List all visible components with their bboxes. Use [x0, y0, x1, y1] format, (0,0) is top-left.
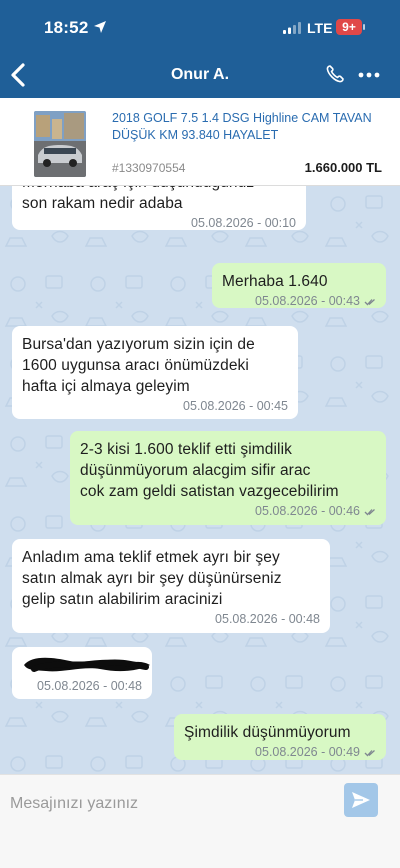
network-type: LTE	[307, 20, 333, 36]
send-button[interactable]	[344, 783, 378, 817]
message-incoming[interactable]: Bursa'dan yazıyorum sizin için de 1600 u…	[12, 326, 298, 419]
nav-bar: Onur A.	[0, 54, 400, 98]
listing-thumbnail[interactable]	[34, 111, 86, 177]
send-icon	[352, 792, 370, 808]
message-text: 2-3 kisi 1.600 teklif etti şimdilik düşü…	[80, 441, 339, 500]
phone-icon[interactable]	[325, 64, 345, 84]
message-time: 05.08.2026 - 00:43	[255, 294, 360, 308]
battery-icon: 9+	[336, 19, 366, 35]
message-time: 05.08.2026 - 00:46	[255, 504, 360, 518]
location-arrow-icon	[94, 21, 106, 33]
listing-card[interactable]: 2018 GOLF 7.5 1.4 DSG Highline CAM TAVAN…	[0, 98, 400, 186]
delivered-check-icon	[364, 298, 375, 306]
more-icon[interactable]	[358, 72, 380, 78]
message-outgoing[interactable]: Şimdilik düşünmüyorum 05.08.2026 - 00:49	[174, 714, 386, 760]
message-text: Merhaba araç için düşündüğünüz son rakam…	[22, 186, 254, 212]
message-text: Bursa'dan yazıyorum sizin için de 1600 u…	[22, 336, 255, 395]
status-time: 18:52	[44, 18, 89, 37]
message-incoming[interactable]: Merhaba araç için düşündüğünüz son rakam…	[12, 186, 306, 230]
message-outgoing[interactable]: Merhaba 1.640 05.08.2026 - 00:43	[212, 263, 386, 308]
message-text: Şimdilik düşünmüyorum	[184, 724, 351, 741]
composer-bar	[0, 774, 400, 868]
message-text: Anladım ama teklif etmek ayrı bir şey sa…	[22, 549, 282, 608]
message-meta: 05.08.2026 - 00:43	[222, 294, 376, 308]
signal-icon	[283, 22, 301, 34]
message-time: 05.08.2026 - 00:48	[215, 612, 320, 626]
message-time: 05.08.2026 - 00:45	[183, 399, 288, 413]
message-input[interactable]	[0, 781, 330, 827]
listing-price: 1.660.000 TL	[304, 160, 382, 175]
status-bar: 18:52 LTE 9+	[0, 0, 400, 54]
car-photo-icon	[34, 111, 86, 177]
app-header: 18:52 LTE 9+ Onur A.	[0, 0, 400, 98]
message-list[interactable]: Merhaba araç için düşündüğünüz son rakam…	[0, 186, 400, 774]
delivered-check-icon	[364, 508, 375, 516]
message-outgoing[interactable]: 2-3 kisi 1.600 teklif etti şimdilik düşü…	[70, 431, 386, 525]
message-meta: 05.08.2026 - 00:46	[80, 504, 376, 518]
message-incoming[interactable]: Anladım ama teklif etmek ayrı bir şey sa…	[12, 539, 330, 633]
message-time: 05.08.2026 - 00:10	[191, 216, 296, 230]
message-meta: 05.08.2026 - 00:49	[184, 745, 376, 759]
listing-id: #1330970554	[112, 161, 186, 175]
message-text: Merhaba 1.640	[222, 273, 328, 290]
battery-level: 9+	[342, 20, 356, 34]
listing-title[interactable]: 2018 GOLF 7.5 1.4 DSG Highline CAM TAVAN…	[112, 110, 392, 144]
message-incoming-redacted[interactable]: 05.08.2026 - 00:48	[12, 647, 152, 699]
message-time: 05.08.2026 - 00:48	[37, 679, 142, 693]
message-time: 05.08.2026 - 00:49	[255, 745, 360, 759]
delivered-check-icon	[364, 749, 375, 757]
redaction-scribble	[24, 657, 150, 672]
